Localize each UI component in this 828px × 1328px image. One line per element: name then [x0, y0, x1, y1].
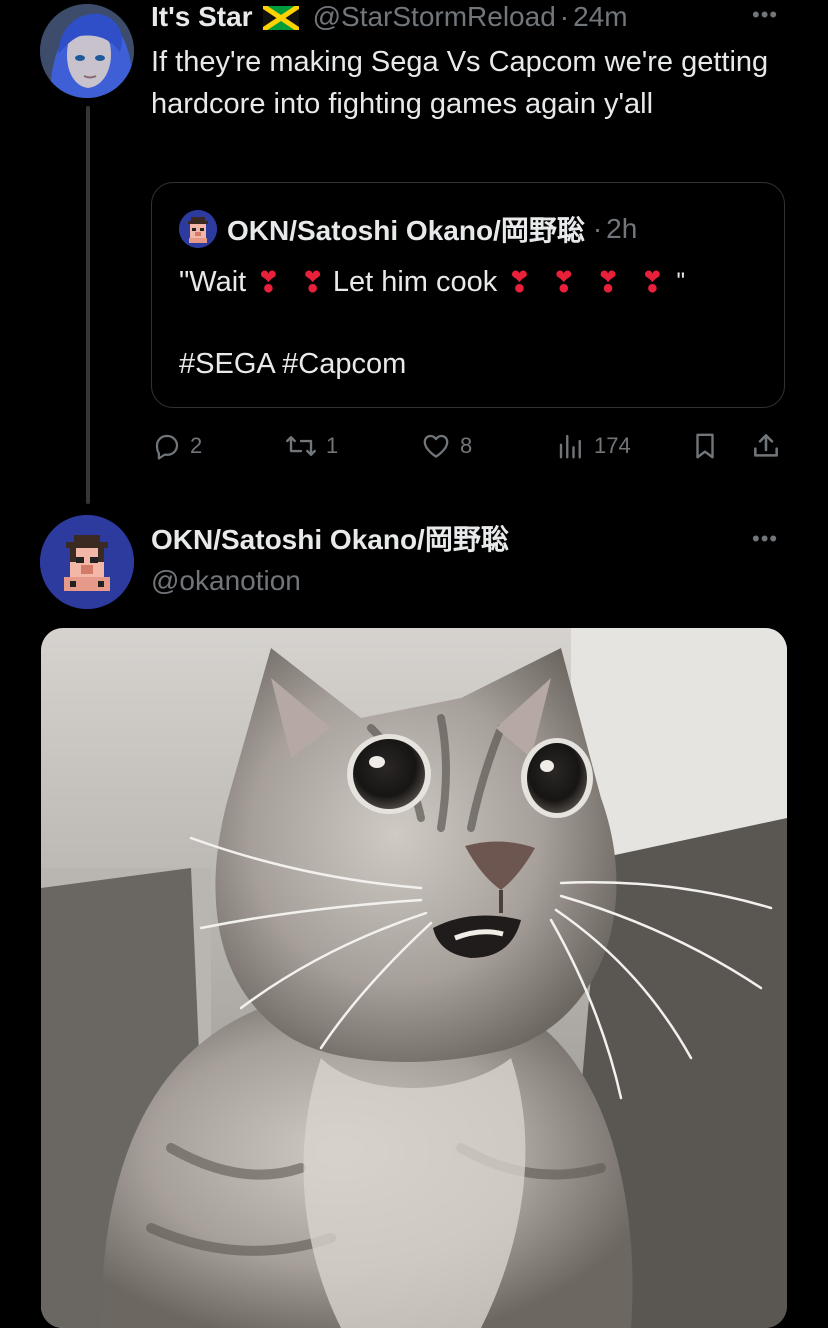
quote-text-wait: "Wait [179, 265, 247, 298]
next-post-author-name[interactable]: OKN/Satoshi Okano/岡野聡 [151, 522, 509, 558]
quote-author-avatar [179, 210, 217, 248]
reply-icon [155, 434, 179, 460]
heart-exclamation-icon: ❣ [507, 266, 532, 299]
next-post-avatar[interactable] [40, 515, 134, 609]
views-button[interactable]: 174 [556, 428, 631, 464]
post-avatar[interactable] [40, 4, 134, 98]
post-author-name[interactable]: It's Star [151, 1, 253, 33]
heart-exclamation-icon: ❣ [300, 266, 325, 299]
quote-time-separator: · [592, 213, 603, 244]
quote-header: OKN/Satoshi Okano/岡野聡 · 2h [227, 212, 637, 246]
share-button[interactable] [750, 428, 782, 464]
like-button[interactable]: 8 [420, 428, 472, 464]
repost-count: 1 [326, 433, 339, 458]
like-count: 8 [460, 433, 473, 458]
repost-icon [286, 436, 316, 456]
quote-timestamp[interactable]: 2h [606, 213, 637, 245]
views-chart-icon [559, 434, 581, 459]
jamaica-flag-icon [261, 3, 300, 33]
post-text: If they're making Sega Vs Capcom we're g… [151, 46, 769, 120]
post-more-icon[interactable]: ••• [752, 2, 778, 28]
post-handle[interactable]: @StarStormReload [313, 1, 556, 33]
thread-connector-line [86, 106, 90, 504]
share-icon [754, 434, 778, 457]
post-media-image[interactable] [41, 628, 787, 1328]
post-timestamp[interactable]: 24m [573, 1, 627, 33]
post-header: It's Star @StarStormReload · 24m [151, 0, 628, 34]
reply-button[interactable]: 2 [152, 428, 202, 464]
next-post-more-icon[interactable]: ••• [752, 526, 778, 552]
post-time-separator: · [559, 1, 570, 32]
quote-author-name[interactable]: OKN/Satoshi Okano/岡野聡 [227, 209, 585, 249]
bookmark-icon [696, 433, 714, 459]
repost-button[interactable]: 1 [284, 428, 338, 464]
next-post-handle[interactable]: @okanotion [151, 563, 301, 599]
quote-text-end: " [676, 268, 686, 295]
quote-text-line: "Wait ❣ ❣ Let him cook ❣ ❣ ❣ ❣ " [179, 262, 685, 302]
heart-exclamation-icon: ❣ [640, 266, 665, 299]
heart-outline-icon [423, 434, 449, 458]
quote-text-cook: Let him cook [332, 265, 498, 298]
heart-exclamation-icon: ❣ [551, 266, 576, 299]
heart-exclamation-icon: ❣ [595, 266, 621, 299]
heart-exclamation-icon: ❣ [256, 266, 281, 299]
bookmark-button[interactable] [690, 428, 720, 464]
views-count: 174 [594, 433, 631, 458]
reply-count: 2 [190, 433, 203, 458]
quote-hashtags[interactable]: #SEGA #Capcom [179, 346, 406, 382]
